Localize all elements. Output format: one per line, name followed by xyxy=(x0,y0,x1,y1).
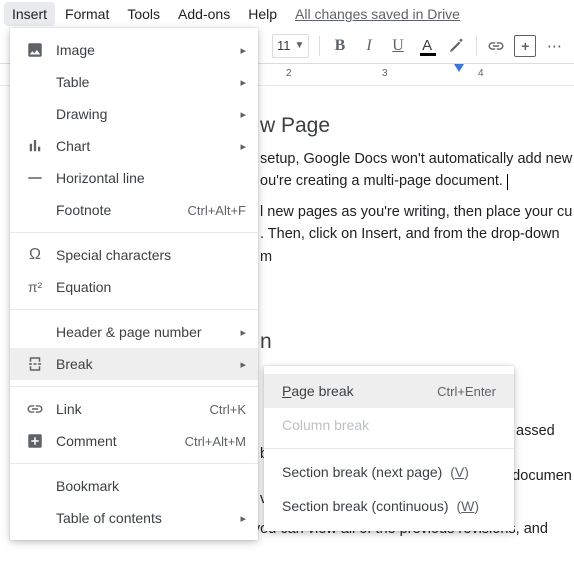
submenu-arrow-icon: ▸ xyxy=(240,140,246,153)
separator xyxy=(319,36,320,56)
menu-item-link[interactable]: Link Ctrl+K xyxy=(10,393,258,425)
omega-icon: Ω xyxy=(24,246,46,264)
text-color-letter: A xyxy=(422,39,432,53)
comment-plus-icon xyxy=(24,432,46,450)
save-status[interactable]: All changes saved in Drive xyxy=(295,6,460,22)
image-icon xyxy=(24,41,46,59)
chart-icon xyxy=(24,137,46,155)
menu-divider xyxy=(10,386,258,387)
insert-dropdown: Image ▸ Table ▸ Drawing ▸ Chart ▸ Horizo… xyxy=(10,28,258,540)
menu-divider xyxy=(10,232,258,233)
page-break-icon xyxy=(24,355,46,373)
menu-item-table[interactable]: Table ▸ xyxy=(10,66,258,98)
break-submenu: Page break Ctrl+Enter Column break Secti… xyxy=(264,366,514,531)
plus-box-icon: + xyxy=(514,35,536,57)
paragraph: l new pages as you're writing, then plac… xyxy=(260,201,574,268)
menu-item-footnote[interactable]: Footnote Ctrl+Alt+F xyxy=(10,194,258,226)
menu-insert[interactable]: Insert xyxy=(4,2,55,26)
submenu-arrow-icon: ▸ xyxy=(240,108,246,121)
submenu-arrow-icon: ▸ xyxy=(240,44,246,57)
ruler-number: 3 xyxy=(382,68,388,79)
menu-addons[interactable]: Add-ons xyxy=(170,2,238,26)
text-color-button[interactable]: A xyxy=(414,32,441,60)
horizontal-line-icon xyxy=(24,169,46,187)
menu-tools[interactable]: Tools xyxy=(119,2,168,26)
submenu-item-page-break[interactable]: Page break Ctrl+Enter xyxy=(264,374,514,408)
insert-link-toolbar[interactable] xyxy=(483,32,510,60)
menu-divider xyxy=(10,309,258,310)
submenu-arrow-icon: ▸ xyxy=(240,512,246,525)
submenu-arrow-icon: ▸ xyxy=(240,358,246,371)
text-color-bar xyxy=(420,53,436,56)
chevron-down-icon: ▼ xyxy=(295,40,305,51)
separator xyxy=(476,36,477,56)
menu-item-bookmark[interactable]: Bookmark xyxy=(10,470,258,502)
menu-format[interactable]: Format xyxy=(57,2,117,26)
menu-item-equation[interactable]: π² Equation xyxy=(10,271,258,303)
underline-button[interactable]: U xyxy=(385,32,412,60)
link-icon xyxy=(487,37,505,55)
font-size-value: 11 xyxy=(277,38,291,53)
pi-icon: π² xyxy=(24,279,46,295)
menu-divider xyxy=(264,448,514,449)
menu-item-header-page-number[interactable]: Header & page number ▸ xyxy=(10,316,258,348)
heading: w Page xyxy=(260,114,574,138)
menu-item-special-characters[interactable]: Ω Special characters xyxy=(10,239,258,271)
menu-divider xyxy=(10,463,258,464)
highlight-button[interactable] xyxy=(443,32,470,60)
font-size-select[interactable]: 11 ▼ xyxy=(272,34,309,58)
text-cursor xyxy=(507,174,508,190)
add-comment-toolbar[interactable]: + xyxy=(512,32,539,60)
submenu-item-section-break-next-page[interactable]: Section break (next page) (V) xyxy=(264,455,514,489)
menu-item-comment[interactable]: Comment Ctrl+Alt+M xyxy=(10,425,258,457)
submenu-arrow-icon: ▸ xyxy=(240,76,246,89)
indent-marker[interactable] xyxy=(454,64,464,72)
menu-item-horizontal-line[interactable]: Horizontal line xyxy=(10,162,258,194)
menu-item-table-of-contents[interactable]: Table of contents ▸ xyxy=(10,502,258,534)
ruler-number: 4 xyxy=(478,68,484,79)
submenu-item-section-break-continuous[interactable]: Section break (continuous) (W) xyxy=(264,489,514,523)
menu-item-break[interactable]: Break ▸ xyxy=(10,348,258,380)
heading: n xyxy=(260,330,574,354)
italic-button[interactable]: I xyxy=(355,32,382,60)
paragraph: setup, Google Docs won't automatically a… xyxy=(260,148,574,193)
submenu-item-column-break: Column break xyxy=(264,408,514,442)
menu-item-drawing[interactable]: Drawing ▸ xyxy=(10,98,258,130)
menubar: Insert Format Tools Add-ons Help All cha… xyxy=(0,0,574,28)
highlighter-icon xyxy=(447,37,465,55)
ruler-number: 2 xyxy=(286,68,292,79)
menu-item-chart[interactable]: Chart ▸ xyxy=(10,130,258,162)
bold-button[interactable]: B xyxy=(326,32,353,60)
submenu-arrow-icon: ▸ xyxy=(240,326,246,339)
link-icon xyxy=(24,400,46,418)
more-button[interactable]: ⋯ xyxy=(541,32,568,60)
menu-item-image[interactable]: Image ▸ xyxy=(10,34,258,66)
menu-help[interactable]: Help xyxy=(240,2,285,26)
